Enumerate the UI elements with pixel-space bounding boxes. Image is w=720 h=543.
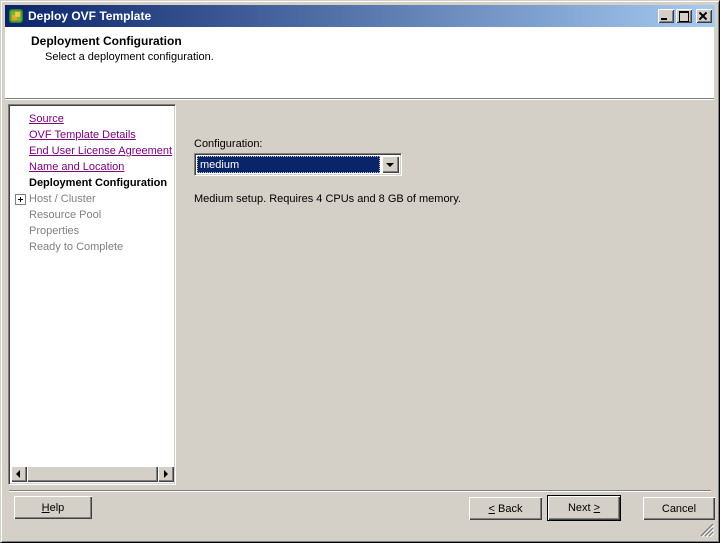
step-label-current: Deployment Configuration	[29, 177, 168, 189]
configuration-label: Configuration:	[194, 138, 263, 150]
step-label[interactable]: Source	[29, 113, 64, 125]
step-label: Ready to Complete	[29, 241, 124, 253]
minimize-icon[interactable]	[658, 9, 674, 23]
sidebar-item-ready-to-complete: Ready to Complete	[11, 239, 173, 255]
chevron-down-icon[interactable]	[382, 156, 399, 173]
sidebar-item-name-and-location[interactable]: Name and Location	[11, 159, 173, 175]
deploy-ovf-template-dialog: Deploy OVF Template Deployment Configura…	[0, 0, 720, 543]
sidebar-item-resource-pool: Resource Pool	[11, 207, 173, 223]
close-icon[interactable]	[696, 9, 712, 23]
page-subtitle: Select a deployment configuration.	[45, 51, 214, 63]
help-rest: elp	[49, 501, 65, 514]
step-label: Resource Pool	[29, 209, 102, 221]
sidebar-item-deployment-configuration: Deployment Configuration	[11, 175, 173, 191]
expand-plus-icon[interactable]	[14, 193, 26, 205]
back-rest: Back	[494, 502, 523, 515]
cancel-label: Cancel	[661, 502, 697, 515]
help-accel: H	[41, 501, 50, 514]
title-bar[interactable]: Deploy OVF Template	[5, 5, 715, 27]
step-label[interactable]: OVF Template Details	[29, 129, 136, 141]
header-separator	[5, 98, 714, 100]
horizontal-scrollbar[interactable]	[11, 466, 174, 482]
wizard-steps-panel: Source OVF Template Details End User Lic…	[8, 104, 176, 485]
cancel-button[interactable]: Cancel	[643, 497, 715, 520]
back-button[interactable]: < Back	[469, 497, 542, 520]
sidebar-item-end-user-license-agreement[interactable]: End User License Agreement	[11, 143, 173, 159]
footer-separator	[9, 490, 711, 492]
scroll-left-icon[interactable]	[11, 466, 27, 482]
sidebar-item-host-cluster: Host / Cluster	[11, 191, 173, 207]
step-label: Properties	[29, 225, 80, 237]
resize-grip[interactable]	[700, 523, 714, 537]
scrollbar-thumb[interactable]	[27, 466, 158, 482]
maximize-icon[interactable]	[676, 9, 692, 23]
step-label: Host / Cluster	[29, 193, 96, 205]
configuration-dropdown[interactable]: medium	[194, 153, 402, 176]
step-label[interactable]: Name and Location	[29, 161, 124, 173]
window-title: Deploy OVF Template	[28, 9, 152, 23]
vmware-app-icon	[9, 9, 23, 23]
sidebar-item-properties: Properties	[11, 223, 173, 239]
next-accel: >	[593, 502, 601, 514]
step-label[interactable]: End User License Agreement	[29, 145, 172, 157]
configuration-description: Medium setup. Requires 4 CPUs and 8 GB o…	[194, 193, 461, 205]
next-button[interactable]: Next >	[547, 495, 621, 521]
next-pre: Next	[567, 502, 594, 514]
configuration-selected-value[interactable]: medium	[197, 156, 380, 173]
page-title: Deployment Configuration	[31, 34, 182, 48]
sidebar-item-ovf-template-details[interactable]: OVF Template Details	[11, 127, 173, 143]
sidebar-item-source[interactable]: Source	[11, 111, 173, 127]
wizard-header: Deployment Configuration Select a deploy…	[5, 27, 714, 98]
help-button[interactable]: Help	[14, 496, 92, 519]
scroll-right-icon[interactable]	[158, 466, 174, 482]
wizard-steps-list: Source OVF Template Details End User Lic…	[11, 107, 173, 466]
